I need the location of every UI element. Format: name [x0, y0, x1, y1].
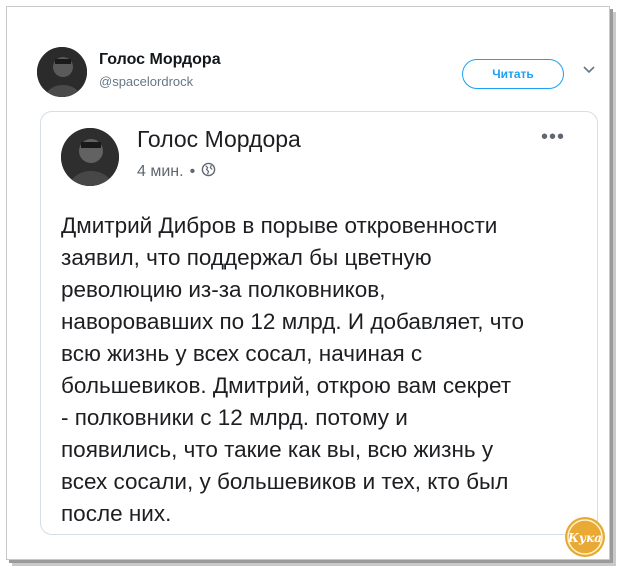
post-meta: 4 мин. • [137, 162, 216, 182]
post-avatar[interactable] [61, 128, 119, 186]
author-name[interactable]: Голос Мордора [99, 51, 221, 69]
globe-icon [201, 162, 216, 182]
embedded-post-card: Голос Мордора 4 мин. • ••• Дмитрий Дибро… [40, 111, 598, 535]
chevron-down-icon[interactable] [581, 61, 597, 77]
svg-text:Кука: Кука [567, 531, 602, 545]
tweet-frame: Голос Мордора @spacelordrock Читать Голо… [6, 6, 610, 560]
post-text: Дмитрий Дибров в порыве откровенности за… [61, 213, 524, 526]
author-handle[interactable]: @spacelordrock [99, 74, 193, 89]
follow-button[interactable]: Читать [462, 59, 564, 89]
post-time[interactable]: 4 мин. [137, 163, 184, 181]
more-icon[interactable]: ••• [541, 126, 565, 149]
meta-separator: • [189, 163, 196, 180]
post-author-name[interactable]: Голос Мордора [137, 126, 301, 153]
watermark-logo: Кука [563, 515, 607, 559]
avatar[interactable] [37, 47, 87, 97]
